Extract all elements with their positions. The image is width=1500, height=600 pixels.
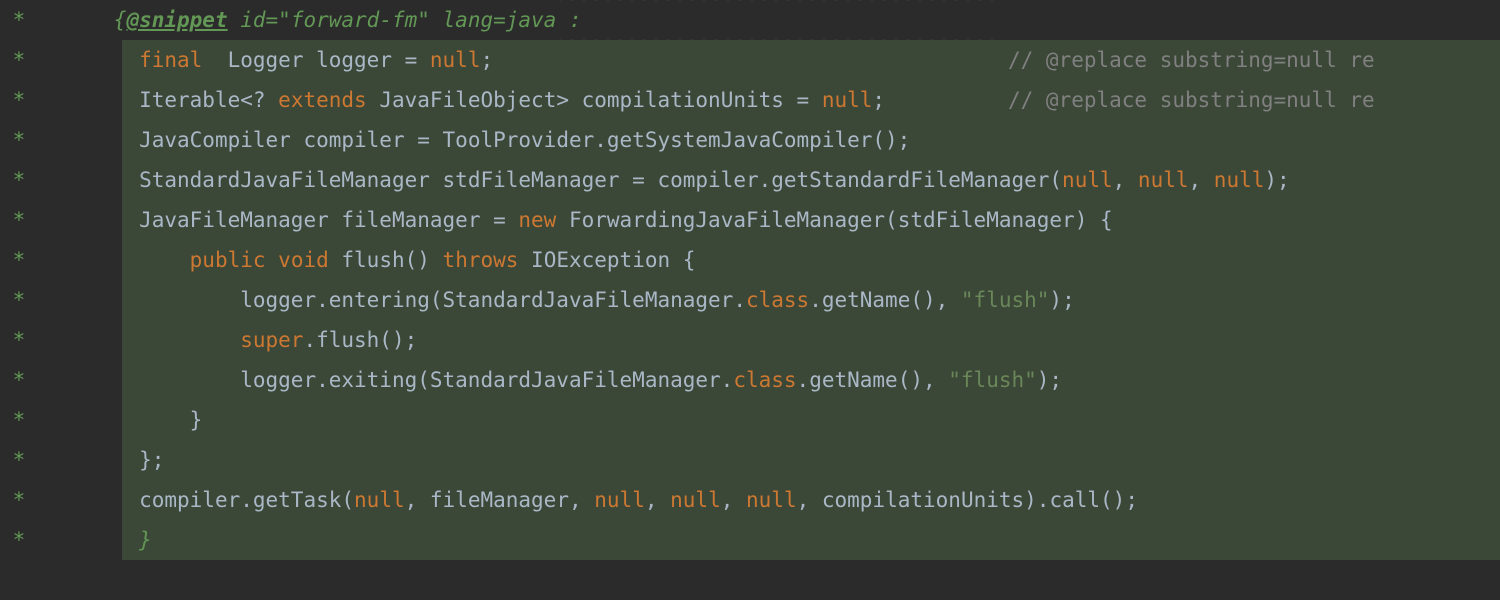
token-kw: null <box>822 88 873 112</box>
token-ident: IOException { <box>518 248 695 272</box>
token-ident: .getName(), <box>797 368 949 392</box>
indent <box>38 288 240 312</box>
token-ident: , fileManager, <box>405 488 595 512</box>
gutter-star: * <box>0 368 38 392</box>
token-punct: , <box>1189 168 1214 192</box>
token-kw: null <box>354 488 405 512</box>
token-ident: flush() <box>329 248 443 272</box>
code-line[interactable]: * StandardJavaFileManager stdFileManager… <box>0 160 1500 200</box>
token-doc: id="forward-fm" lang=java : <box>228 8 582 32</box>
token-ident: Logger logger = <box>202 48 430 72</box>
token-kw: null <box>594 488 645 512</box>
token-punct: ); <box>1037 368 1062 392</box>
indent <box>38 168 139 192</box>
token-punct: , <box>721 488 746 512</box>
token-kw: new <box>518 208 556 232</box>
code-line[interactable]: * final Logger logger = null; // @replace… <box>0 40 1500 80</box>
token-kw: null <box>670 488 721 512</box>
trailing-comment: // @replace substring=null re <box>1008 80 1375 120</box>
token-kw: super <box>240 328 303 352</box>
token-str: "flush" <box>948 368 1037 392</box>
token-kw: void <box>278 248 329 272</box>
code-line[interactable]: * public void flush() throws IOException… <box>0 240 1500 280</box>
indent <box>38 528 139 552</box>
gutter-star: * <box>0 408 38 432</box>
gutter-star: * <box>0 48 38 72</box>
token-str: "flush" <box>961 288 1050 312</box>
code-editor[interactable]: * {@snippet id="forward-fm" lang=java : … <box>0 0 1500 560</box>
code-line[interactable]: * {@snippet id="forward-fm" lang=java : <box>0 0 1500 40</box>
token-doc: } <box>139 528 152 552</box>
indent <box>38 488 139 512</box>
token-ident: , compilationUnits).call(); <box>797 488 1138 512</box>
indent <box>38 88 139 112</box>
token-ident: StandardJavaFileManager stdFileManager =… <box>139 168 1062 192</box>
gutter-star: * <box>0 8 38 32</box>
token-punct: ); <box>1049 288 1074 312</box>
gutter-star: * <box>0 288 38 312</box>
code-line[interactable]: * super.flush(); <box>0 320 1500 360</box>
token-kw: throws <box>443 248 519 272</box>
token-ident: } <box>190 408 203 432</box>
token-ident: JavaCompiler compiler = ToolProvider.get… <box>139 128 910 152</box>
code-line[interactable]: * JavaCompiler compiler = ToolProvider.g… <box>0 120 1500 160</box>
gutter-star: * <box>0 528 38 552</box>
code-line[interactable]: * compiler.getTask(null, fileManager, nu… <box>0 480 1500 520</box>
whitespace-dots <box>560 0 1000 40</box>
gutter-star: * <box>0 248 38 272</box>
gutter-star: * <box>0 488 38 512</box>
token-ident: }; <box>139 448 164 472</box>
token-doc: { <box>114 8 127 32</box>
token-ident: JavaFileObject> compilationUnits = <box>367 88 822 112</box>
token-kw: public <box>190 248 266 272</box>
token-ident: .getName(), <box>809 288 961 312</box>
indent <box>38 128 139 152</box>
token-kw: null <box>1062 168 1113 192</box>
token-kw: final <box>139 48 202 72</box>
trailing-comment: // @replace substring=null re <box>1008 40 1375 80</box>
token-kw: null <box>430 48 481 72</box>
token-ident <box>266 248 279 272</box>
indent <box>38 368 240 392</box>
token-kw: null <box>746 488 797 512</box>
token-punct: , <box>1113 168 1138 192</box>
code-line[interactable]: * } <box>0 520 1500 560</box>
token-ident: Iterable<? <box>139 88 278 112</box>
indent <box>38 448 139 472</box>
token-kw: null <box>1138 168 1189 192</box>
token-ident: ForwardingJavaFileManager(stdFileManager… <box>556 208 1112 232</box>
token-ident: .flush(); <box>303 328 417 352</box>
code-line[interactable]: * Iterable<? extends JavaFileObject> com… <box>0 80 1500 120</box>
indent <box>38 8 114 32</box>
token-ident: logger.entering(StandardJavaFileManager. <box>240 288 746 312</box>
token-punct: ; <box>872 88 885 112</box>
indent <box>38 48 139 72</box>
code-line[interactable]: * logger.exiting(StandardJavaFileManager… <box>0 360 1500 400</box>
gutter-star: * <box>0 328 38 352</box>
token-kw: extends <box>278 88 367 112</box>
code-line[interactable]: * logger.entering(StandardJavaFileManage… <box>0 280 1500 320</box>
code-line[interactable]: * } <box>0 400 1500 440</box>
token-kw: null <box>1214 168 1265 192</box>
token-tag: @snippet <box>126 8 227 32</box>
indent <box>38 408 190 432</box>
gutter-star: * <box>0 208 38 232</box>
token-kw: class <box>746 288 809 312</box>
gutter-star: * <box>0 128 38 152</box>
indent <box>38 208 139 232</box>
gutter-star: * <box>0 88 38 112</box>
code-line[interactable]: * }; <box>0 440 1500 480</box>
token-kw: class <box>733 368 796 392</box>
code-line[interactable]: * JavaFileManager fileManager = new Forw… <box>0 200 1500 240</box>
token-punct: ); <box>1264 168 1289 192</box>
gutter-star: * <box>0 448 38 472</box>
token-ident: logger.exiting(StandardJavaFileManager. <box>240 368 733 392</box>
token-punct: ; <box>480 48 493 72</box>
token-ident: JavaFileManager fileManager = <box>139 208 518 232</box>
indent <box>38 248 190 272</box>
gutter-star: * <box>0 168 38 192</box>
indent <box>38 328 240 352</box>
token-punct: , <box>645 488 670 512</box>
token-ident: compiler.getTask( <box>139 488 354 512</box>
